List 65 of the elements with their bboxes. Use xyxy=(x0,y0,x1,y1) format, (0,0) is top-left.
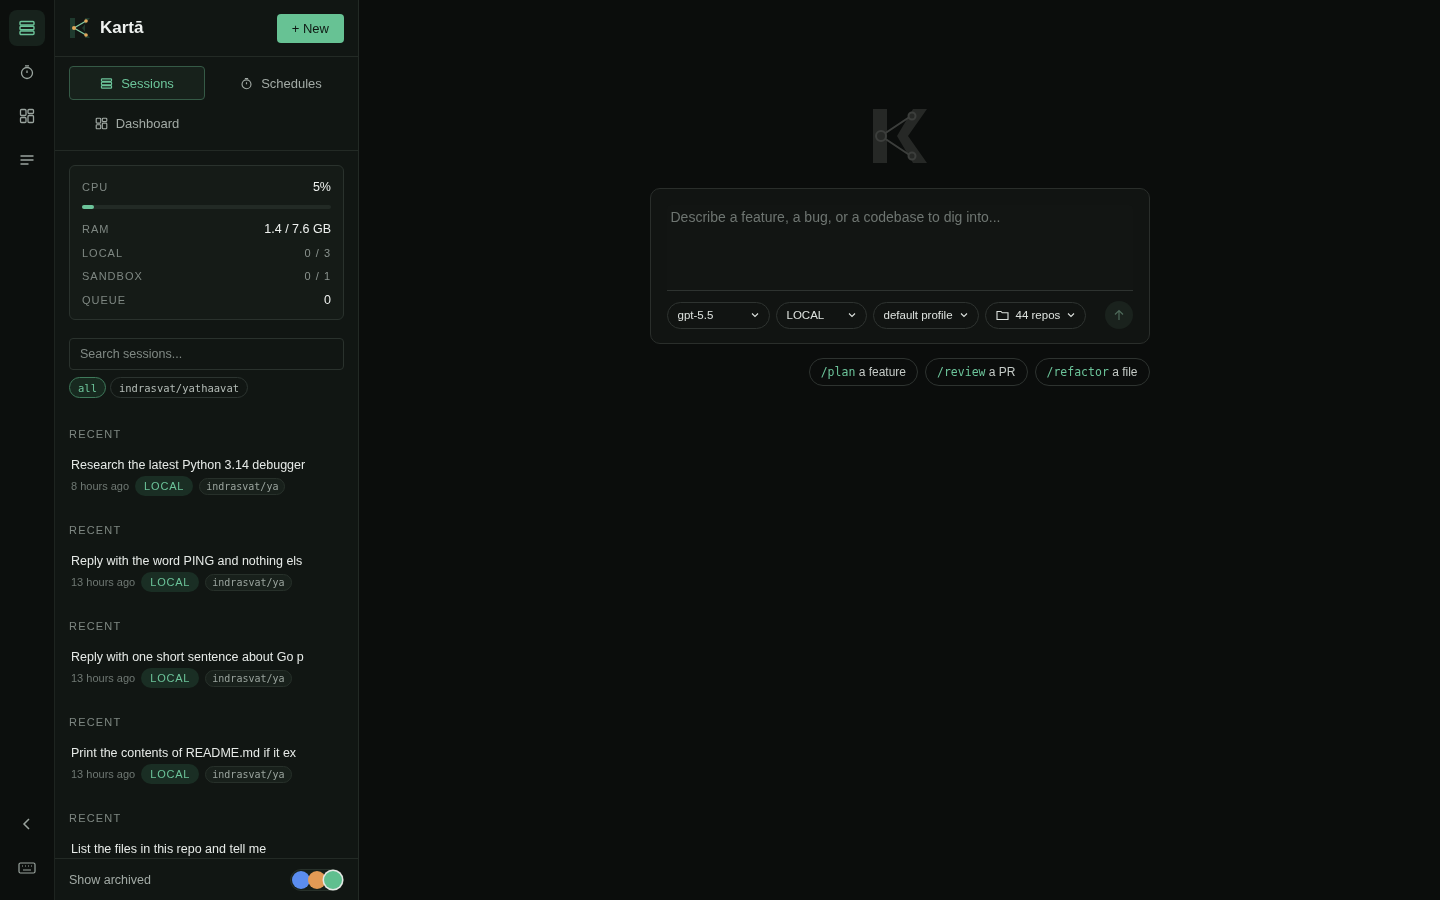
session-item[interactable]: Reply with one short sentence about Go p 13 hours ago LOCAL indrasvat/ya xyxy=(69,650,344,688)
session-time: 13 hours ago xyxy=(71,576,136,588)
mode-tag: LOCAL xyxy=(141,764,200,784)
stat-value: 0 xyxy=(324,293,331,307)
theme-swatch[interactable] xyxy=(308,870,326,889)
group-heading: RECENT xyxy=(69,428,123,440)
session-title: Print the contents of README.md if it ex xyxy=(71,746,298,760)
lines-icon xyxy=(19,152,35,168)
stat-label: CPU xyxy=(82,181,109,193)
new-button[interactable]: + New xyxy=(276,13,344,43)
session-title: Reply with one short sentence about Go p xyxy=(71,650,305,664)
stat-label: RAM xyxy=(82,223,110,235)
session-item[interactable]: List the files in this repo and tell me xyxy=(69,842,344,856)
nav-tab[interactable]: Sessions xyxy=(69,66,205,100)
stat-value: 0 / 1 xyxy=(304,270,331,282)
session-item[interactable]: Print the contents of README.md if it ex 13 hours ago LOCAL indrasvat/ya xyxy=(69,746,344,784)
app-name: Kartā xyxy=(100,18,144,38)
logo-icon xyxy=(69,17,91,39)
session-time: 13 hours ago xyxy=(71,768,136,780)
repo-tag: indrasvat/ya xyxy=(205,573,292,591)
session-title: Reply with the word PING and nothing els xyxy=(71,554,304,568)
keyboard-icon xyxy=(18,861,36,875)
grid-icon xyxy=(19,108,35,124)
grid-icon xyxy=(94,116,108,130)
group-heading: RECENT xyxy=(69,524,123,536)
session-item[interactable]: Research the latest Python 3.14 debugger 8 hours ago LOCAL indrasvat/ya xyxy=(69,458,344,496)
search-field[interactable]: Search sessions... xyxy=(69,338,344,370)
repo-tag: indrasvat/ya xyxy=(205,765,292,783)
stat-label: QUEUE xyxy=(82,294,127,306)
stat-value: 1.4 / 7.6 GB xyxy=(264,222,331,236)
nav-tab[interactable]: Dashboard xyxy=(69,106,205,140)
nav-tab[interactable]: Schedules xyxy=(213,66,349,100)
show-archived-toggle[interactable]: Show archived xyxy=(69,872,151,887)
arrow-up-icon xyxy=(1112,309,1125,321)
mode-tag: LOCAL xyxy=(141,572,200,592)
stack-icon xyxy=(18,19,36,37)
session-time: 8 hours ago xyxy=(71,480,130,492)
session-item[interactable]: Reply with the word PING and nothing els 13 hours ago LOCAL indrasvat/ya xyxy=(69,554,344,592)
session-title: Research the latest Python 3.14 debugger xyxy=(71,458,307,472)
theme-swatch[interactable] xyxy=(324,870,342,889)
stat-label: LOCAL xyxy=(82,247,124,259)
composer-box[interactable]: Describe a feature, a bug, or a codebase to dig into... gpt-5.5 LOCAL default profile 44 repos xyxy=(649,188,1150,344)
mode-tag: LOCAL xyxy=(135,476,194,496)
group-heading: RECENT xyxy=(69,716,123,728)
filter-chip[interactable]: all xyxy=(69,377,106,398)
theme-swatch[interactable] xyxy=(292,870,310,889)
mode-tag: LOCAL xyxy=(141,668,200,688)
caret-icon xyxy=(750,312,759,318)
session-time: 13 hours ago xyxy=(71,672,136,684)
stat-value: 0 / 3 xyxy=(304,247,331,259)
caret-icon xyxy=(847,312,856,318)
timer-icon xyxy=(19,64,35,80)
stat-value: 5% xyxy=(312,180,331,194)
rail-button[interactable] xyxy=(9,10,45,46)
caret-icon xyxy=(959,312,968,318)
group-heading: RECENT xyxy=(69,812,123,824)
logo-icon xyxy=(870,107,929,165)
stack-icon xyxy=(100,76,114,90)
folder-icon xyxy=(995,309,1009,321)
repo-tag: indrasvat/ya xyxy=(199,477,286,495)
repo-tag: indrasvat/ya xyxy=(205,669,292,687)
caret-icon xyxy=(1067,312,1076,318)
stat-label: SANDBOX xyxy=(82,270,143,282)
group-heading: RECENT xyxy=(69,620,123,632)
timer-icon xyxy=(240,76,254,90)
